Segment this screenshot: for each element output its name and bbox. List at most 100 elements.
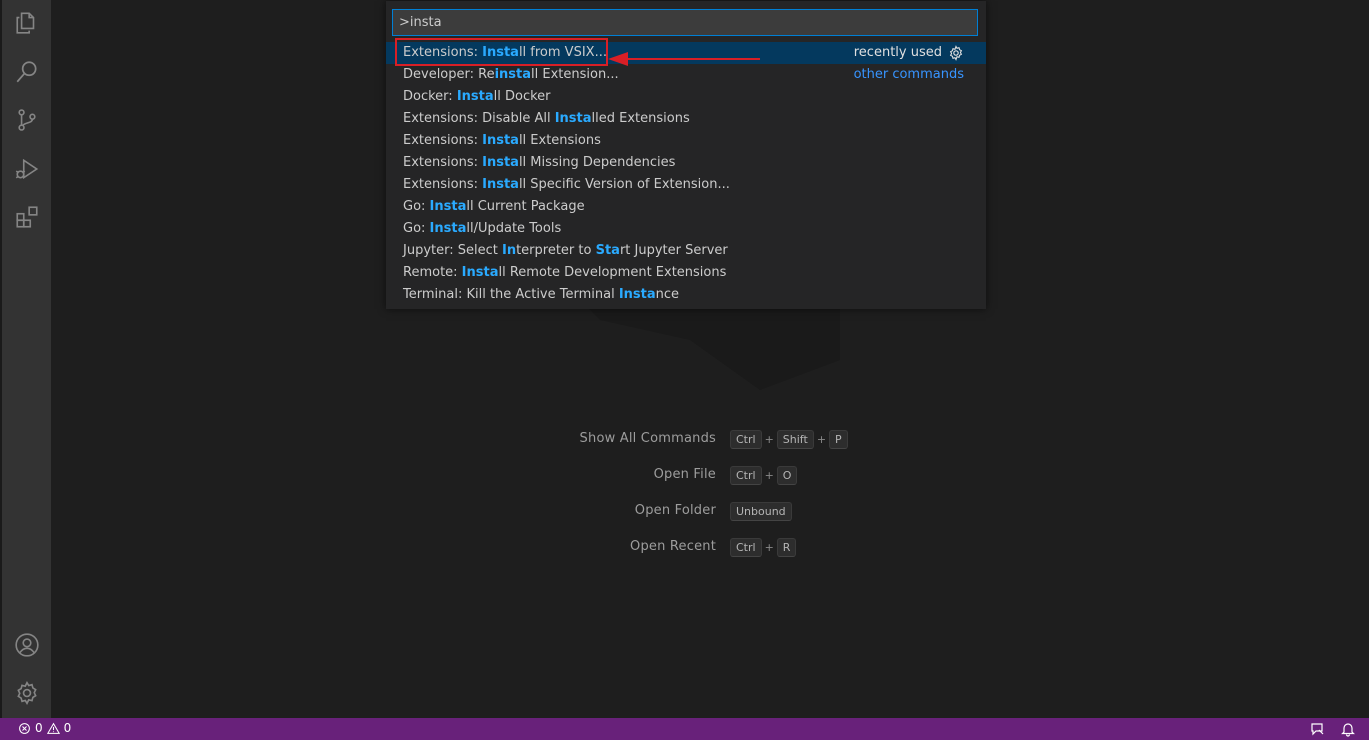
command-text: ll Current Package [466, 199, 585, 214]
match-highlight: Insta [429, 221, 467, 236]
welcome-shortcut-row[interactable]: Open Folder Unbound [520, 502, 940, 522]
problems-status[interactable]: 0 0 [18, 721, 71, 735]
key-cap: Ctrl [730, 430, 762, 449]
command-text: Go: [403, 221, 430, 236]
status-bar: 0 0 [0, 718, 1369, 740]
key-cap: Ctrl [730, 538, 762, 557]
command-text: ll Remote Development Extensions [498, 265, 727, 280]
explorer-icon[interactable] [13, 9, 41, 37]
key-separator: + [816, 433, 827, 446]
command-palette-input[interactable] [393, 10, 977, 35]
command-text: terpreter to [516, 243, 596, 258]
key-cap: O [776, 466, 798, 485]
manage-gear-icon[interactable] [13, 679, 41, 707]
command-text: Extensions: Disable All [403, 111, 555, 126]
command-palette-item[interactable]: Extensions: Disable All Installed Extens… [386, 108, 986, 130]
match-highlight: Sta [595, 243, 620, 258]
command-palette-item[interactable]: Extensions: Install Missing Dependencies [386, 152, 986, 174]
key-cap: Ctrl [730, 466, 762, 485]
match-highlight: Insta [429, 199, 467, 214]
command-text: Extensions: [403, 155, 483, 170]
match-highlight: Insta [482, 177, 519, 192]
command-palette-item[interactable]: Go: Install Current Package [386, 196, 986, 218]
command-palette-item[interactable]: Go: Install/Update Tools [386, 218, 986, 240]
command-palette-item[interactable]: Terminal: Kill the Active Terminal Insta… [386, 284, 986, 306]
match-highlight: Insta [456, 89, 494, 104]
command-text: Developer: Re [403, 67, 495, 82]
command-palette-item[interactable]: Docker: Install Docker [386, 86, 986, 108]
command-text: Docker: [403, 89, 457, 104]
annotation-arrow [608, 52, 760, 66]
keybinding: Ctrl + Shift + P [730, 430, 848, 449]
extensions-icon[interactable] [13, 203, 41, 231]
key-cap: Unbound [730, 502, 792, 521]
match-highlight: Insta [461, 265, 499, 280]
command-text: rt Jupyter Server [619, 243, 728, 258]
command-text: Extensions: [403, 133, 483, 148]
command-palette-item[interactable]: Jupyter: Select Interpreter to Start Jup… [386, 240, 986, 262]
command-text: Jupyter: Select [403, 243, 502, 258]
warning-icon [46, 722, 60, 734]
command-text: Go: [403, 199, 430, 214]
match-highlight: Insta [554, 111, 592, 126]
notifications-bell-icon[interactable] [1340, 721, 1356, 737]
command-text: Remote: [403, 265, 462, 280]
match-highlight: In [501, 243, 517, 258]
welcome-shortcut-label[interactable]: Open Folder [635, 503, 716, 518]
welcome-shortcut-row[interactable]: Open File Ctrl + O [520, 466, 940, 486]
command-text: ll/Update Tools [466, 221, 562, 236]
match-highlight: Insta [482, 155, 519, 170]
run-debug-icon[interactable] [13, 155, 41, 183]
account-icon[interactable] [13, 631, 41, 659]
welcome-shortcut-label[interactable]: Open Recent [630, 539, 716, 554]
welcome-shortcut-row[interactable]: Show All Commands Ctrl + Shift + P [520, 430, 940, 450]
command-label: Extensions: Install Extensions [403, 133, 601, 148]
welcome-shortcut-row[interactable]: Open Recent Ctrl + R [520, 538, 940, 558]
welcome-shortcut-label[interactable]: Show All Commands [580, 431, 716, 446]
command-label: Extensions: Disable All Installed Extens… [403, 111, 690, 126]
activity-bar [0, 0, 51, 718]
source-control-icon[interactable] [13, 106, 41, 134]
key-separator: + [764, 433, 774, 446]
command-label: Remote: Install Remote Development Exten… [403, 265, 726, 280]
key-cap: P [829, 430, 848, 449]
command-label: Go: Install/Update Tools [403, 221, 561, 236]
error-icon [19, 722, 30, 734]
warning-count: 0 [63, 721, 72, 735]
command-label: Developer: Reinstall Extension... [403, 67, 619, 82]
keybinding: Ctrl + R [730, 538, 797, 557]
feedback-icon[interactable] [1310, 721, 1326, 737]
search-icon[interactable] [13, 58, 41, 86]
command-text: Extensions: [403, 177, 483, 192]
command-label: Jupyter: Select Interpreter to Start Jup… [403, 243, 728, 258]
command-label: Extensions: Install Missing Dependencies [403, 155, 675, 170]
key-cap: R [776, 538, 797, 557]
match-highlight: Insta [482, 133, 519, 148]
command-label: Terminal: Kill the Active Terminal Insta… [403, 287, 679, 302]
command-text: nce [655, 287, 680, 302]
recently-used-label: recently used [853, 45, 942, 60]
other-commands-label: other commands [853, 67, 964, 82]
command-text: Terminal: Kill the Active Terminal [403, 287, 619, 302]
error-count: 0 [35, 721, 43, 735]
command-palette-input-box[interactable] [392, 9, 978, 36]
match-highlight: insta [494, 67, 532, 82]
configure-keybinding-gear-icon[interactable] [948, 45, 964, 61]
command-palette-item[interactable]: Extensions: Install Extensions [386, 130, 986, 152]
match-highlight: Insta [618, 287, 656, 302]
command-text: ll Specific Version of Extension... [518, 177, 730, 192]
welcome-shortcut-label[interactable]: Open File [654, 467, 716, 482]
command-label: Extensions: Install Specific Version of … [403, 177, 730, 192]
command-text: ll Extensions [518, 133, 601, 148]
keybinding: Unbound [730, 502, 792, 521]
command-label: Go: Install Current Package [403, 199, 585, 214]
command-text: ll Missing Dependencies [518, 155, 676, 170]
annotation-highlight-box [395, 38, 608, 66]
key-cap: Shift [776, 430, 814, 449]
command-text: lled Extensions [591, 111, 690, 126]
command-text: ll Docker [493, 89, 551, 104]
keybinding: Ctrl + O [730, 466, 798, 485]
command-palette-item[interactable]: Extensions: Install Specific Version of … [386, 174, 986, 196]
command-label: Docker: Install Docker [403, 89, 551, 104]
command-palette-item[interactable]: Remote: Install Remote Development Exten… [386, 262, 986, 284]
